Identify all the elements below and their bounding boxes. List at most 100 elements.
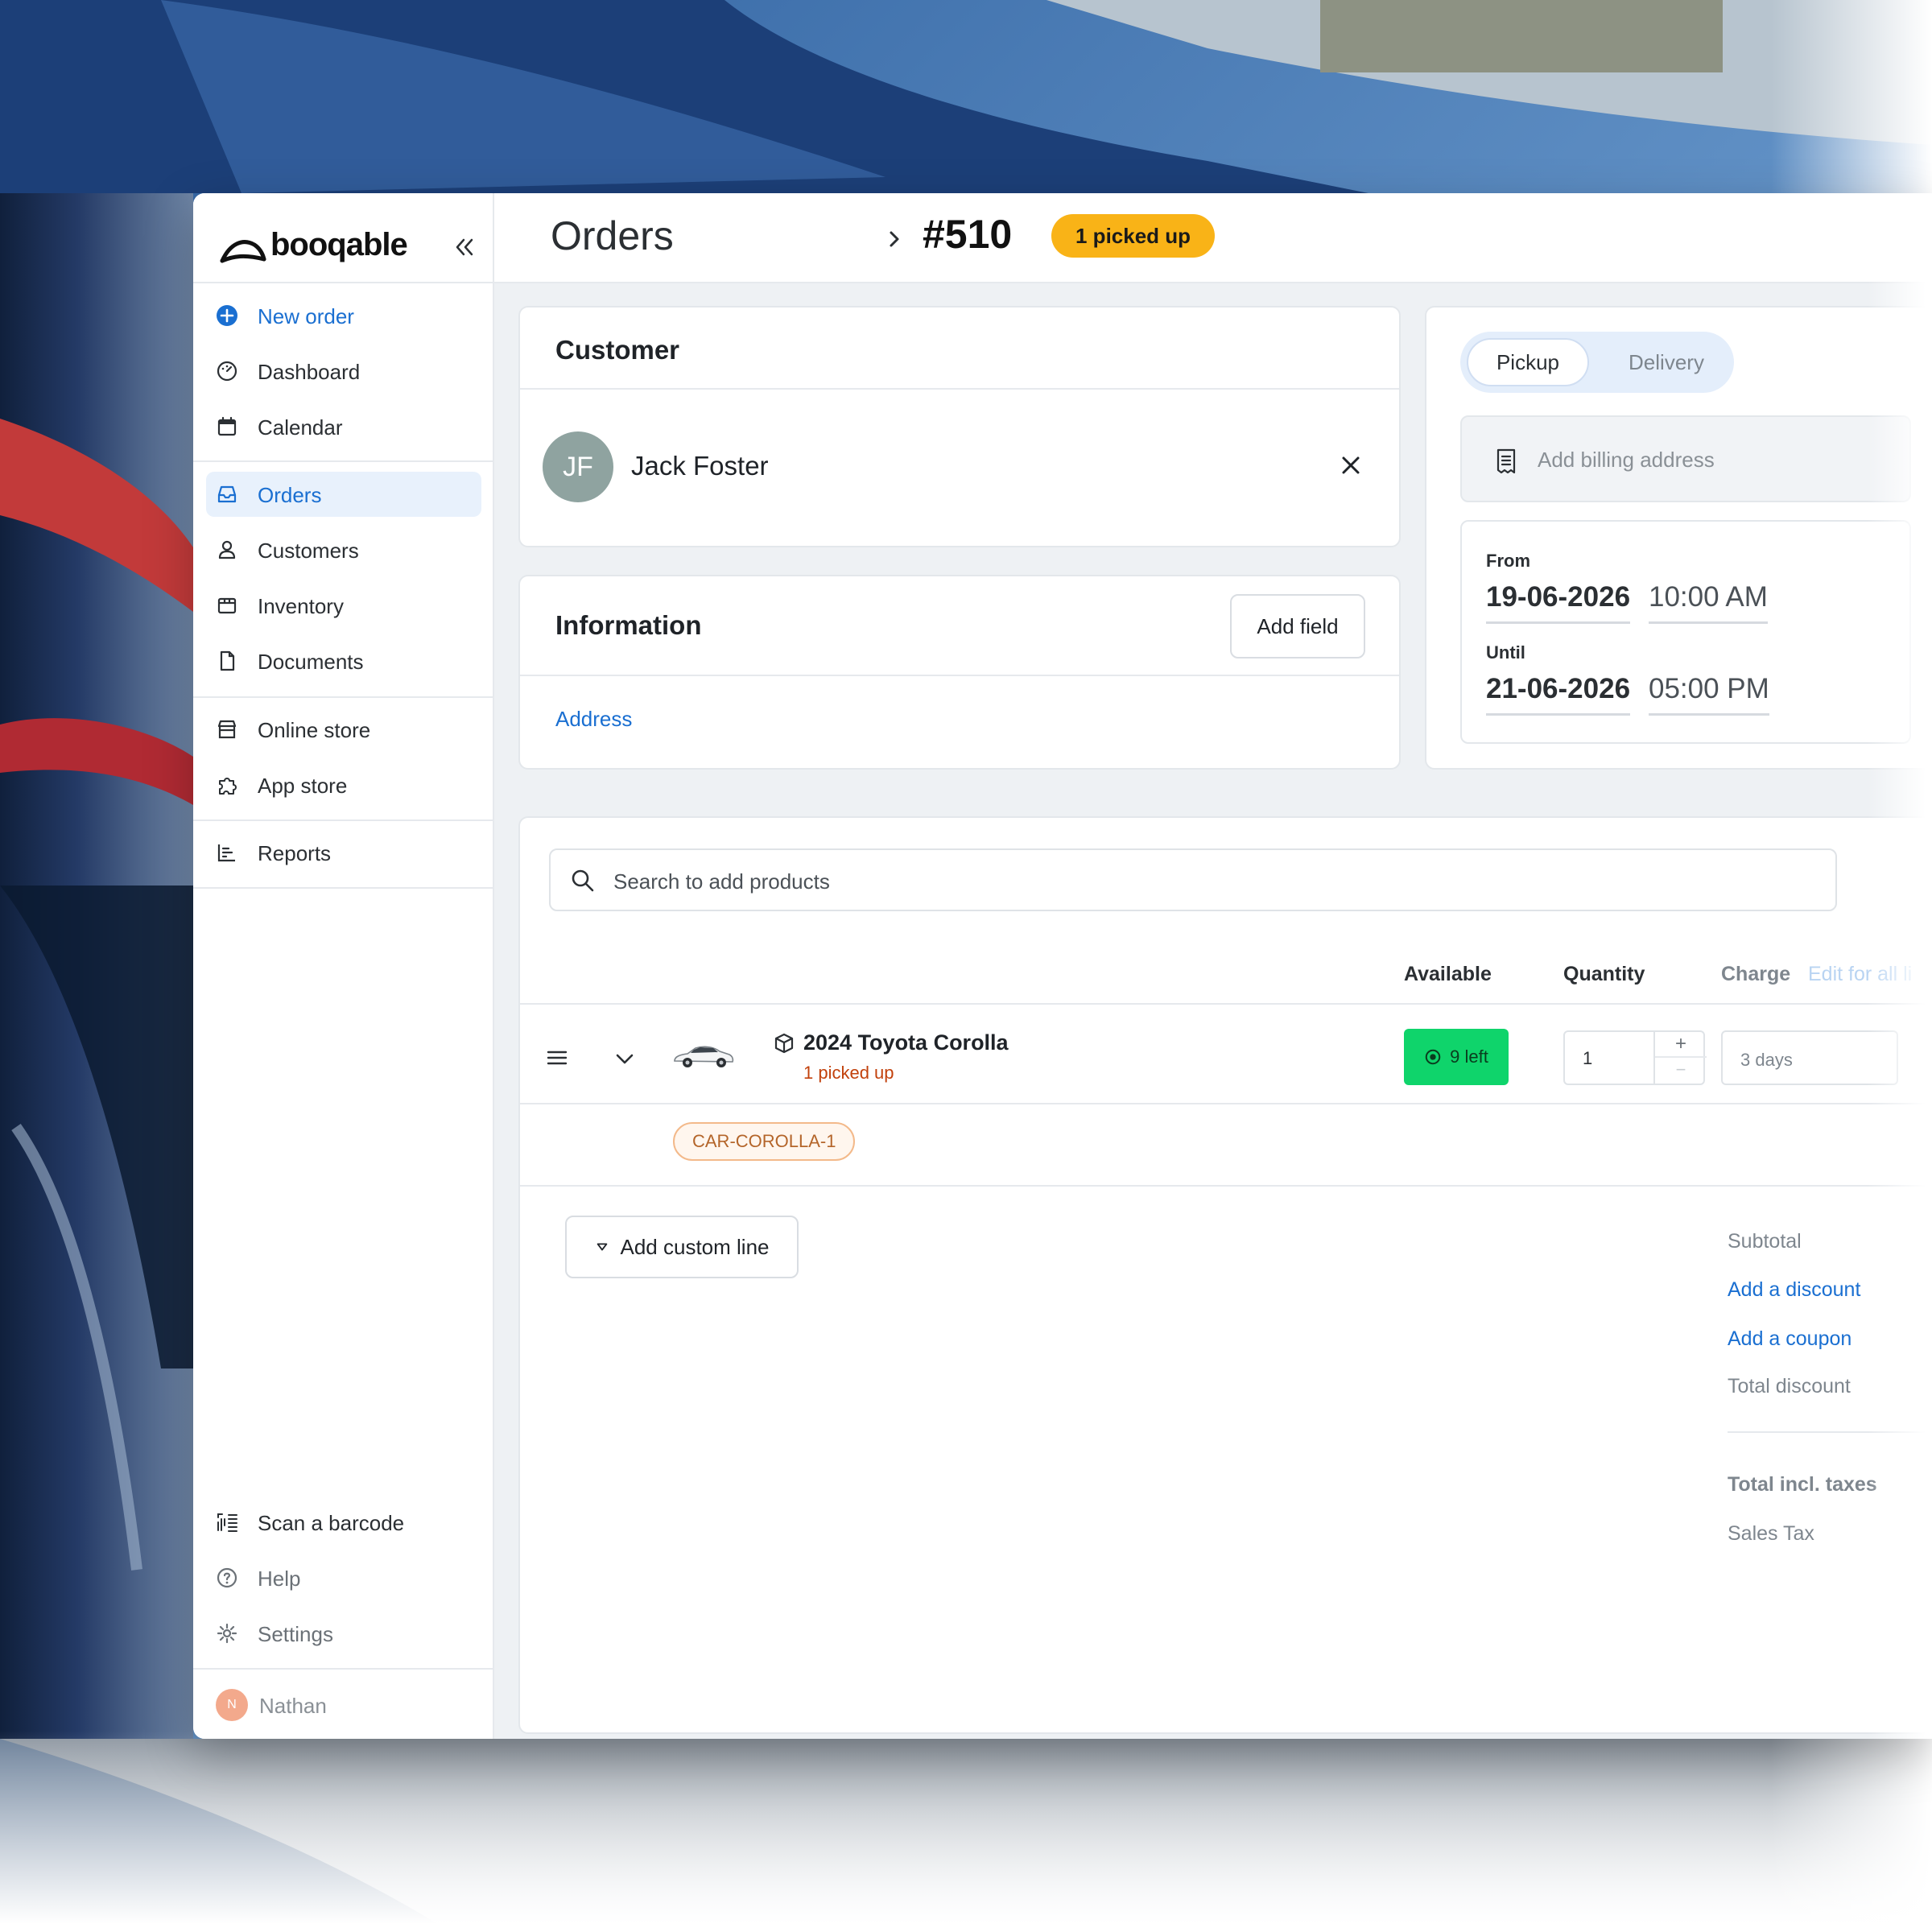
sidebar-item-label: Customers (258, 539, 359, 563)
avatar: N (216, 1689, 248, 1721)
sidebar-item-reports[interactable]: Reports (206, 830, 481, 875)
page-header: Orders #510 1 picked up (494, 193, 1932, 283)
drag-handle-icon[interactable] (546, 1046, 568, 1069)
total-discount-label: Total discount (1728, 1375, 1851, 1397)
sidebar: booqable New order Dashboard Calendar Or… (193, 193, 494, 1739)
availability-badge: 9 left (1404, 1029, 1509, 1085)
information-card-title: Information (555, 610, 702, 640)
sidebar-item-label: Online store (258, 718, 371, 742)
status-badge: 1 picked up (1051, 214, 1216, 258)
quantity-increment-button[interactable]: + (1655, 1032, 1707, 1058)
quantity-step-buttons: + − (1653, 1032, 1707, 1084)
add-custom-line-label: Add custom line (620, 1234, 770, 1259)
gauge-icon (217, 361, 237, 382)
page-title: #510 (923, 212, 1013, 257)
bar-chart-icon (217, 844, 235, 862)
app-window: booqable New order Dashboard Calendar Or… (193, 193, 1932, 1739)
collapse-sidebar-icon[interactable] (452, 235, 477, 259)
card-divider (520, 675, 1399, 676)
remove-customer-icon[interactable] (1338, 452, 1364, 478)
add-field-button[interactable]: Add field (1230, 594, 1365, 658)
billing-address-button[interactable]: Add billing address (1460, 415, 1911, 502)
pickup-option[interactable]: Pickup (1467, 338, 1589, 386)
until-time-input[interactable]: 05:00 PM (1649, 673, 1769, 716)
quantity-input[interactable]: 1 (1583, 1048, 1592, 1069)
person-icon (218, 540, 236, 559)
sidebar-item-new-order[interactable]: New order (206, 293, 481, 338)
fulfillment-toggle: Pickup Delivery (1460, 332, 1734, 393)
column-header-quantity: Quantity (1563, 963, 1645, 985)
subtotal-label: Subtotal (1728, 1230, 1802, 1253)
user-menu[interactable]: N Nathan (216, 1687, 473, 1723)
from-time-input[interactable]: 10:00 AM (1649, 581, 1768, 624)
sidebar-item-calendar[interactable]: Calendar (206, 404, 481, 449)
sku-tag[interactable]: CAR-COROLLA-1 (673, 1122, 856, 1161)
sidebar-item-online-store[interactable]: Online store (206, 707, 481, 752)
sidebar-item-documents[interactable]: Documents (206, 638, 481, 683)
booqable-logo-icon (220, 240, 266, 263)
help-icon (217, 1567, 237, 1588)
sidebar-divider (193, 460, 494, 462)
sidebar-item-settings[interactable]: Settings (206, 1611, 481, 1656)
row-divider (520, 1103, 1932, 1104)
product-box-icon (774, 1033, 794, 1054)
add-discount-link[interactable]: Add a discount (1728, 1278, 1860, 1302)
address-link[interactable]: Address (555, 707, 632, 732)
sidebar-item-customers[interactable]: Customers (206, 527, 481, 572)
available-dot-icon (1425, 1049, 1441, 1065)
sidebar-item-app-store[interactable]: App store (206, 762, 481, 807)
caret-down-icon (597, 1243, 607, 1251)
box-icon (217, 597, 237, 614)
column-header-available: Available (1404, 963, 1492, 985)
sidebar-item-inventory[interactable]: Inventory (206, 583, 481, 628)
product-search-input[interactable]: Search to add products (549, 848, 1837, 911)
sidebar-item-label: Inventory (258, 594, 344, 618)
sales-tax-label: Sales Tax (1728, 1522, 1814, 1545)
car-thumbnail-icon (674, 1046, 734, 1067)
sidebar-item-dashboard[interactable]: Dashboard (206, 349, 481, 394)
chevron-down-icon[interactable] (613, 1048, 636, 1071)
quantity-stepper: 1 + − (1563, 1030, 1707, 1085)
until-label: Until (1486, 642, 1525, 663)
quantity-decrement-button[interactable]: − (1655, 1058, 1707, 1084)
sidebar-item-label: Calendar (258, 415, 343, 440)
from-date-input[interactable]: 19-06-2026 (1486, 581, 1631, 624)
user-name: Nathan (259, 1694, 327, 1718)
inbox-icon (217, 485, 237, 503)
product-status: 1 picked up (803, 1063, 894, 1083)
store-icon (217, 720, 237, 739)
customer-avatar: JF (543, 431, 613, 502)
barcode-icon (217, 1513, 237, 1532)
add-coupon-link[interactable]: Add a coupon (1728, 1327, 1852, 1351)
sidebar-item-label: New order (258, 304, 354, 328)
delivery-option[interactable]: Delivery (1610, 338, 1723, 386)
products-card: Search to add products Available Quantit… (518, 816, 1932, 1734)
search-placeholder: Search to add products (613, 869, 830, 894)
add-custom-line-button[interactable]: Add custom line (565, 1216, 799, 1278)
sidebar-item-scan-barcode[interactable]: Scan a barcode (206, 1500, 481, 1545)
breadcrumb-orders[interactable]: Orders (551, 213, 674, 259)
sidebar-item-orders[interactable]: Orders (206, 472, 481, 517)
customer-name[interactable]: Jack Foster (631, 451, 769, 481)
brand-logo[interactable]: booqable (219, 224, 477, 280)
gear-icon (217, 1623, 237, 1644)
summary-divider (1728, 1431, 1932, 1433)
customer-card-title: Customer (555, 335, 680, 365)
customer-card: Customer JF Jack Foster (518, 306, 1401, 547)
calendar-icon (217, 416, 237, 436)
column-header-charge: Charge (1721, 963, 1791, 985)
chevron-right-icon (890, 231, 899, 247)
lines-divider (520, 1185, 1932, 1187)
search-icon (572, 869, 594, 892)
product-name[interactable]: 2024 Toyota Corolla (803, 1030, 1009, 1055)
charge-period-input[interactable]: 3 days (1721, 1030, 1898, 1085)
sidebar-item-label: App store (258, 774, 348, 798)
charge-period-value: 3 days (1740, 1050, 1793, 1070)
sidebar-item-label: Orders (258, 483, 322, 507)
until-date-input[interactable]: 21-06-2026 (1486, 673, 1631, 716)
sidebar-item-help[interactable]: Help (206, 1555, 481, 1600)
sidebar-item-label: Help (258, 1567, 301, 1591)
edit-for-all-link[interactable]: Edit for all li (1808, 963, 1912, 986)
information-card: Information Add field Address (518, 575, 1401, 770)
document-icon (220, 650, 235, 671)
